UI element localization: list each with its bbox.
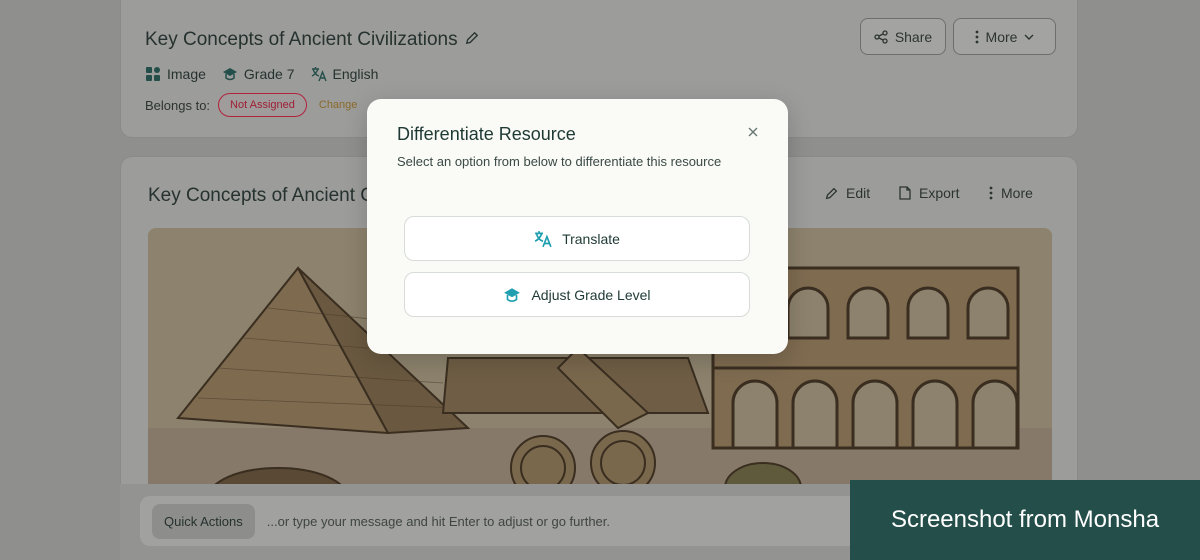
translate-label: Translate (562, 230, 620, 247)
adjust-grade-level-label: Adjust Grade Level (531, 286, 651, 303)
grade-cap-icon (222, 68, 237, 81)
belongs-label: Belongs to: (145, 97, 211, 113)
image-icon (146, 67, 160, 81)
meta-type-label: Image (167, 66, 206, 82)
change-link[interactable]: Change (319, 99, 358, 111)
resource-title: Key Concepts of Ancient Civilizations (145, 29, 458, 50)
watermark-banner: Screenshot from Monsha (850, 480, 1200, 560)
grade-cap-icon (504, 287, 521, 302)
status-badge: Not Assigned (218, 93, 307, 117)
meta-language-label: English (332, 66, 379, 82)
dialog-subtitle: Select an option from below to different… (397, 154, 722, 169)
edit-label: Edit (846, 185, 871, 201)
adjust-grade-level-button[interactable]: Adjust Grade Level (404, 272, 750, 317)
translate-icon (534, 230, 552, 247)
pencil-icon (825, 187, 838, 199)
more-label: More (985, 28, 1018, 45)
chevron-down-icon (1024, 34, 1034, 40)
export-button[interactable]: Export (899, 185, 959, 201)
translate-button[interactable]: Translate (404, 216, 750, 261)
meta-grade-label: Grade 7 (243, 66, 295, 82)
share-label: Share (894, 28, 933, 45)
document-icon (899, 186, 911, 200)
pencil-icon[interactable] (465, 31, 479, 45)
meta-language: English (311, 66, 379, 82)
resource-meta: Image Grade 7 English (145, 66, 378, 82)
chat-input-container[interactable]: Quick Actions ...or type your message an… (140, 496, 860, 546)
share-button[interactable]: Share (860, 18, 946, 55)
kebab-icon (989, 186, 993, 200)
share-icon (874, 29, 888, 44)
content-more-label: More (1001, 185, 1033, 201)
chat-input[interactable]: ...or type your message and hit Enter to… (267, 514, 610, 529)
content-title: Key Concepts of Ancient C (148, 185, 375, 206)
dialog-title: Differentiate Resource (397, 124, 576, 144)
belongs-row: Belongs to: Not Assigned Change (145, 93, 357, 117)
meta-type: Image (145, 66, 206, 82)
kebab-icon (975, 30, 978, 43)
differentiate-dialog: Differentiate Resource Select an option … (367, 99, 788, 354)
meta-grade: Grade 7 (222, 66, 295, 82)
close-icon[interactable] (745, 124, 761, 140)
more-button[interactable]: More (953, 18, 1056, 55)
translate-icon (311, 67, 327, 82)
edit-button[interactable]: Edit (825, 185, 870, 201)
quick-actions-button[interactable]: Quick Actions (152, 503, 255, 539)
content-more-button[interactable]: More (989, 185, 1033, 201)
export-label: Export (919, 185, 960, 201)
